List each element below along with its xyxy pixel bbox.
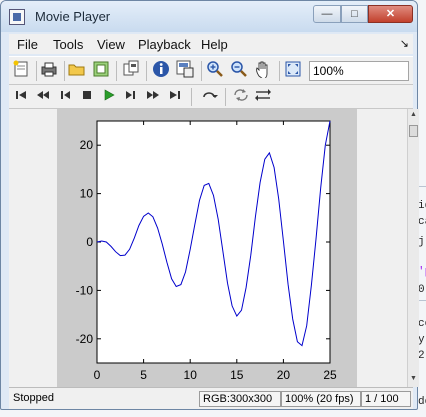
x-tick-label: 20 xyxy=(277,368,291,382)
code-fragment: ide xyxy=(418,200,426,212)
y-tick-label: -10 xyxy=(76,283,94,297)
y-tick-label: 10 xyxy=(80,187,94,201)
frame-counter: 1 / 100 xyxy=(361,391,411,407)
frame-format: RGB:300x300 xyxy=(199,391,281,407)
code-fragment: 0, xyxy=(418,284,426,296)
x-tick-label: 10 xyxy=(184,368,198,382)
frame-rate: 100% (20 fps) xyxy=(281,391,361,407)
x-tick-label: 5 xyxy=(140,368,147,382)
y-tick-label: 0 xyxy=(86,235,93,249)
x-tick-label: 25 xyxy=(323,368,337,382)
code-fragment: 'p xyxy=(418,266,426,278)
scroll-thumb[interactable] xyxy=(409,125,418,137)
frame-plot: 0 5 10 15 20 25 -20 -10 0 10 20 xyxy=(76,120,337,382)
y-tick-label: 20 xyxy=(80,138,94,152)
status-bar: Stopped RGB:300x300 100% (20 fps) 1 / 10… xyxy=(9,387,413,409)
y-tick-label: -20 xyxy=(76,332,94,346)
movie-player-window: Movie Player — □ ✕ File Tools View Playb… xyxy=(0,0,419,410)
code-fragment: de xyxy=(418,396,426,408)
code-fragment: ca xyxy=(418,216,426,228)
plot-area xyxy=(96,120,331,364)
playback-status: Stopped xyxy=(13,392,54,404)
code-fragment: co xyxy=(418,318,426,330)
scroll-down-icon[interactable]: ▼ xyxy=(408,373,419,385)
code-fragment: j) xyxy=(418,236,426,248)
vertical-scrollbar[interactable]: ▲ ▼ xyxy=(407,109,419,387)
code-fragment: y) xyxy=(418,334,426,346)
x-tick-label: 15 xyxy=(230,368,244,382)
x-tick-label: 0 xyxy=(94,368,101,382)
scroll-up-icon[interactable]: ▲ xyxy=(408,109,419,121)
